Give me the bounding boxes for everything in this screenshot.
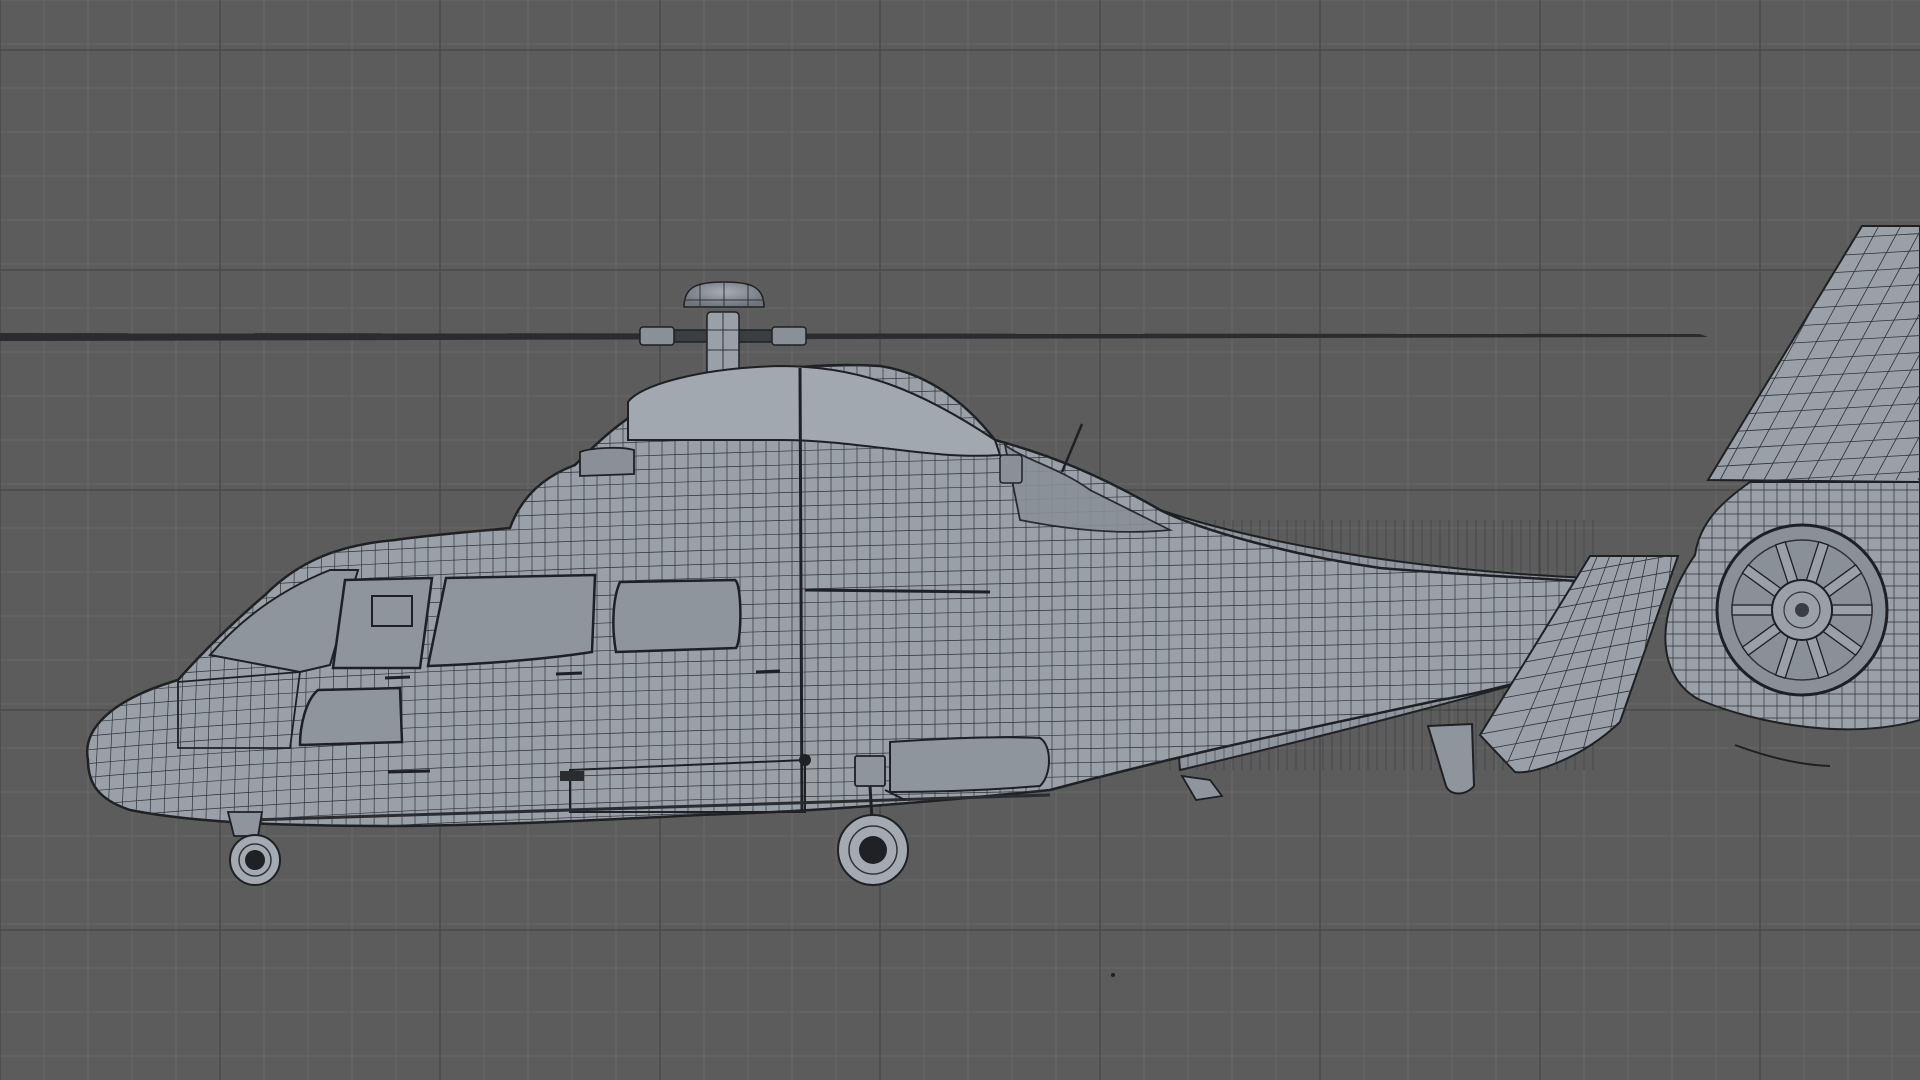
viewport-canvas[interactable]	[0, 0, 1920, 1080]
cowling-vent	[999, 454, 1023, 484]
fenestron-fan[interactable]	[1715, 523, 1889, 697]
3d-viewport[interactable]	[0, 0, 1920, 1080]
cabin-window-front[interactable]	[426, 573, 597, 668]
viewport-dot	[1111, 973, 1115, 977]
door-rail	[804, 588, 991, 594]
gear-pivot	[799, 754, 811, 766]
engine-intake[interactable]	[579, 446, 635, 477]
cabin-window-rear[interactable]	[612, 578, 742, 654]
door-seam	[798, 367, 804, 813]
sponson[interactable]	[889, 736, 1050, 794]
fenestron-blade	[1831, 604, 1873, 616]
fenestron-blade	[1731, 604, 1773, 616]
door-handle	[560, 771, 584, 781]
cockpit-small-window[interactable]	[371, 595, 413, 627]
rotor-grip-left	[639, 326, 675, 346]
rotor-grip-right	[771, 326, 807, 346]
chin-window[interactable]	[298, 686, 404, 747]
